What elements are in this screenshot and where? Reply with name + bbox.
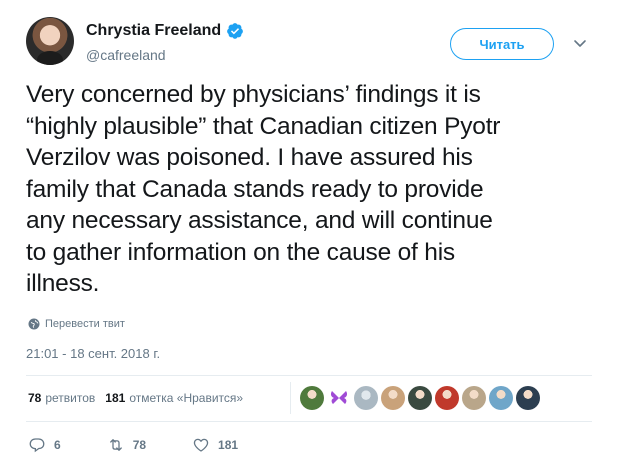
display-name[interactable]: Chrystia Freeland (86, 22, 221, 40)
name-row: Chrystia Freeland (86, 22, 244, 40)
retweets-stat[interactable]: 78 ретвитов (28, 391, 95, 405)
avatar-suit[interactable] (516, 386, 540, 410)
retweet-count: 78 (132, 438, 147, 452)
avatar-flag[interactable] (435, 386, 459, 410)
divider (26, 421, 592, 422)
retweets-stat-count: 78 (28, 391, 42, 405)
tweet-stats: 78 ретвитов 181 отметка «Нравится» (28, 384, 253, 412)
chevron-down-icon[interactable] (571, 34, 589, 52)
avatar-butterfly[interactable] (327, 386, 351, 410)
like-button[interactable]: 181 (192, 436, 238, 454)
translate-label: Перевести твит (45, 318, 125, 330)
avatar-person-dark[interactable] (408, 386, 432, 410)
translate-link[interactable]: Перевести твит (28, 318, 125, 330)
tweet-actions: 6 78 181 (28, 436, 284, 454)
likes-stat-label: отметка «Нравится» (129, 391, 244, 405)
tweet-header: Chrystia Freeland @cafreeland Читать (26, 14, 596, 70)
retweets-stat-label: ретвитов (45, 391, 96, 405)
avatar-nature[interactable] (300, 386, 324, 410)
avatar-default[interactable] (354, 386, 378, 410)
avatar[interactable] (26, 17, 74, 65)
tweet-text: Very concerned by physicians’ findings i… (26, 81, 501, 297)
follow-button[interactable]: Читать (450, 28, 554, 60)
heart-icon (193, 438, 209, 452)
like-count: 181 (218, 438, 239, 452)
stats-separator (290, 382, 291, 414)
avatar-photo[interactable] (462, 386, 486, 410)
likes-stat-count: 181 (105, 391, 126, 405)
verified-badge-icon (227, 23, 244, 39)
tweet-timestamp[interactable]: 21:01 - 18 сент. 2018 г. (26, 346, 160, 361)
globe-icon (28, 318, 40, 330)
likes-stat[interactable]: 181 отметка «Нравится» (105, 391, 243, 405)
liker-avatars (300, 386, 540, 410)
user-handle[interactable]: @cafreeland (86, 47, 166, 63)
avatar-sea[interactable] (489, 386, 513, 410)
divider (26, 375, 592, 376)
retweet-icon (109, 439, 122, 451)
avatar-person[interactable] (381, 386, 405, 410)
reply-button[interactable]: 6 (28, 436, 61, 454)
reply-icon (29, 438, 45, 453)
reply-count: 6 (54, 438, 61, 452)
retweet-button[interactable]: 78 (107, 436, 146, 454)
